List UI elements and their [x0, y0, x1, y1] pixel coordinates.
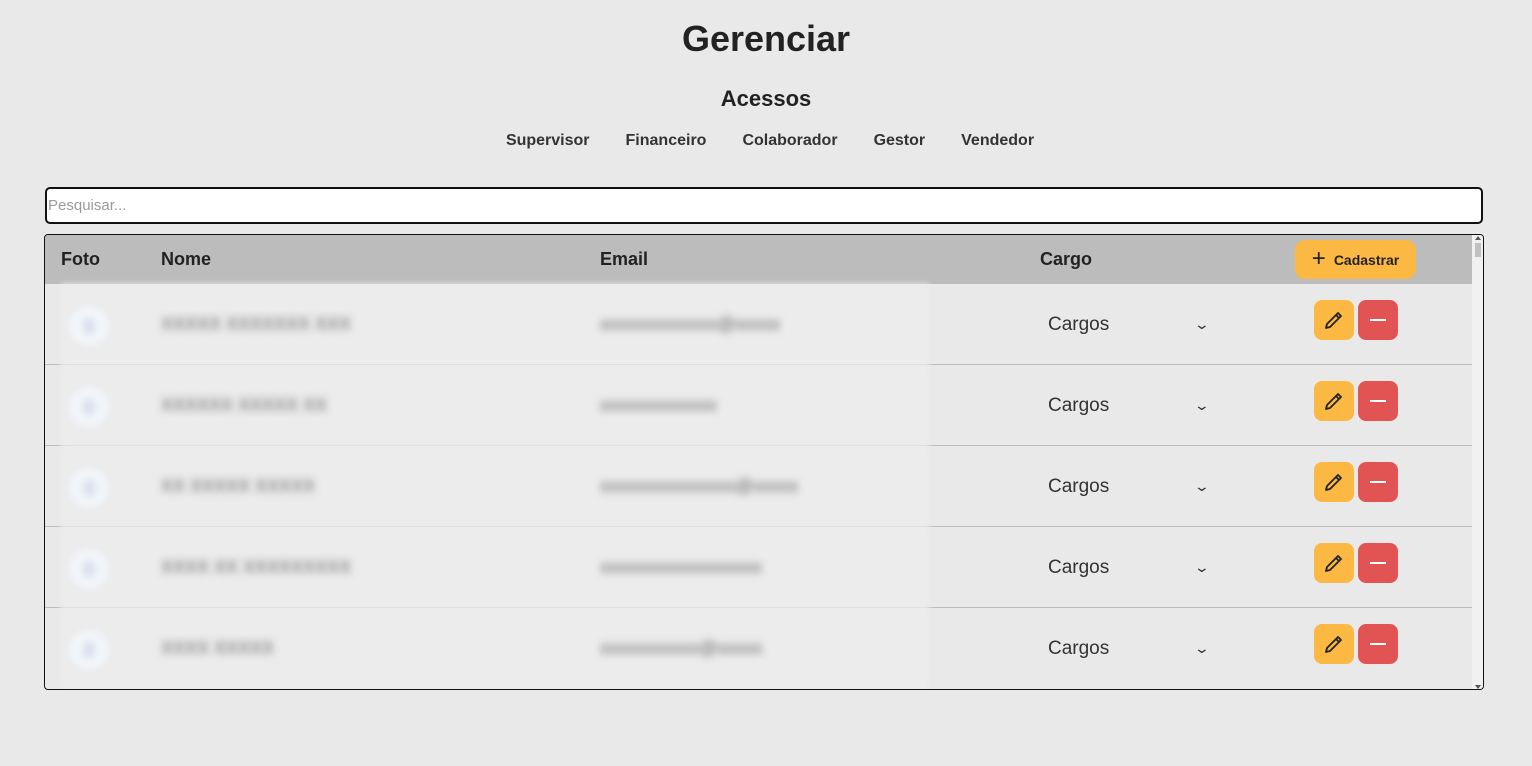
column-header-email: Email	[600, 249, 649, 269]
users-table: Foto Nome Email Cargo + Cadastrar XXXXX …	[44, 234, 1484, 690]
role-tabs: Supervisor Financeiro Colaborador Gestor…	[0, 132, 1532, 150]
user-email: xxxxxxxxxxxxxxxxxx	[600, 557, 762, 577]
minus-icon	[1370, 319, 1386, 321]
chevron-down-icon: ⌄	[1193, 478, 1211, 494]
scroll-down-icon[interactable]	[1475, 685, 1481, 689]
role-select[interactable]: Cargos ⌄	[1048, 314, 1211, 338]
pencil-icon	[1325, 636, 1342, 653]
add-user-button[interactable]: + Cadastrar	[1295, 240, 1416, 279]
delete-button[interactable]	[1358, 624, 1398, 664]
role-select[interactable]: Cargos ⌄	[1048, 557, 1211, 581]
chevron-down-icon: ⌄	[1193, 397, 1211, 413]
role-select[interactable]: Cargos ⌄	[1048, 638, 1211, 662]
minus-icon	[1370, 562, 1386, 564]
tab-gestor[interactable]: Gestor	[866, 132, 926, 150]
minus-icon	[1370, 400, 1386, 402]
user-name: XXXXX XXXXXXX XXX	[161, 314, 352, 334]
edit-button[interactable]	[1314, 462, 1354, 502]
tab-financeiro[interactable]: Financeiro	[618, 132, 707, 150]
page-title: Gerenciar	[681, 18, 851, 59]
column-header-photo: Foto	[61, 249, 100, 269]
column-header-name: Nome	[161, 249, 212, 269]
chevron-down-icon: ⌄	[1193, 316, 1211, 332]
access-title: Acessos	[720, 86, 812, 111]
tab-vendedor[interactable]: Vendedor	[953, 132, 1034, 150]
column-header-role: Cargo	[1040, 249, 1093, 269]
edit-button[interactable]	[1314, 300, 1354, 340]
user-name: XX XXXXX XXXXX	[161, 476, 316, 496]
plus-icon: +	[1311, 244, 1326, 272]
role-select[interactable]: Cargos ⌄	[1048, 476, 1211, 500]
user-email: xxxxxxxxxxxxx@xxxxx	[600, 314, 781, 334]
minus-icon	[1370, 643, 1386, 645]
avatar	[69, 549, 109, 589]
user-email: xxxxxxxxxxxxx	[600, 395, 717, 415]
pencil-icon	[1325, 312, 1342, 329]
scroll-up-icon[interactable]	[1475, 236, 1481, 240]
add-user-label: Cadastrar	[1333, 251, 1400, 268]
table-header: Foto Nome Email Cargo + Cadastrar	[45, 235, 1472, 284]
scroll-thumb[interactable]	[1475, 243, 1481, 257]
delete-button[interactable]	[1358, 462, 1398, 502]
table-row: XXXXXX XXXXX XX xxxxxxxxxxxxx Cargos ⌄	[45, 365, 1472, 446]
avatar	[69, 387, 109, 427]
avatar	[69, 630, 109, 670]
tab-supervisor[interactable]: Supervisor	[498, 132, 590, 150]
chevron-down-icon: ⌄	[1193, 559, 1211, 575]
user-name: XXXX XXXXX	[161, 638, 275, 658]
user-name: XXXXXX XXXXX XX	[161, 395, 328, 415]
delete-button[interactable]	[1358, 300, 1398, 340]
table-scrollbar[interactable]	[1472, 235, 1483, 689]
delete-button[interactable]	[1358, 543, 1398, 583]
pencil-icon	[1325, 555, 1342, 572]
search-input[interactable]	[45, 187, 1483, 224]
user-email: xxxxxxxxxxxxxxx@xxxxx	[600, 476, 799, 496]
table-row: XXXX XX XXXXXXXXX xxxxxxxxxxxxxxxxxx Car…	[45, 527, 1472, 608]
edit-button[interactable]	[1314, 543, 1354, 583]
delete-button[interactable]	[1358, 381, 1398, 421]
edit-button[interactable]	[1314, 624, 1354, 664]
table-row: XXXX XXXXX xxxxxxxxxxx@xxxxx Cargos ⌄	[45, 608, 1472, 689]
user-name: XXXX XX XXXXXXXXX	[161, 557, 352, 577]
pencil-icon	[1325, 393, 1342, 410]
avatar	[69, 468, 109, 508]
avatar	[69, 306, 109, 346]
user-email: xxxxxxxxxxx@xxxxx	[600, 638, 763, 658]
chevron-down-icon: ⌄	[1193, 640, 1211, 656]
table-row: XX XXXXX XXXXX xxxxxxxxxxxxxxx@xxxxx Car…	[45, 446, 1472, 527]
pencil-icon	[1325, 474, 1342, 491]
table-row: XXXXX XXXXXXX XXX xxxxxxxxxxxxx@xxxxx Ca…	[45, 284, 1472, 365]
role-select[interactable]: Cargos ⌄	[1048, 395, 1211, 419]
edit-button[interactable]	[1314, 381, 1354, 421]
minus-icon	[1370, 481, 1386, 483]
tab-colaborador[interactable]: Colaborador	[734, 132, 837, 150]
